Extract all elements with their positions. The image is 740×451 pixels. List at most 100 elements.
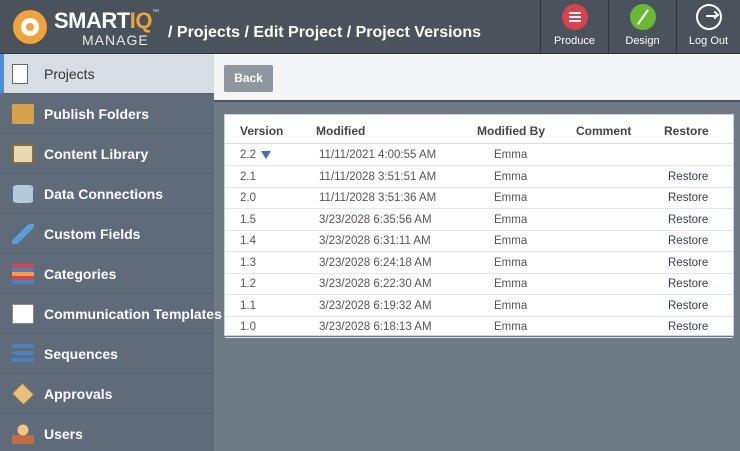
produce-label: Produce — [554, 35, 595, 47]
sequences-icon — [12, 344, 34, 364]
cell-modified: 3/23/2028 6:19:32 AM — [319, 299, 432, 312]
cell-version: 1.0 — [240, 321, 256, 333]
produce-icon — [561, 4, 588, 30]
sidebar-item-label: Custom Fields — [44, 226, 141, 242]
cell-by: Emma — [494, 213, 528, 226]
cell-modified: 11/11/2028 3:51:36 AM — [319, 192, 437, 204]
cell-version: 1.1 — [240, 299, 256, 312]
pencil-icon — [12, 224, 34, 244]
produce-button[interactable]: Produce — [540, 0, 608, 54]
restore-link[interactable]: Restore — [668, 278, 708, 290]
sidebar-item-communication-templates[interactable]: Communication Templates — [0, 294, 222, 334]
categories-icon — [12, 264, 34, 284]
cell-by: Emma — [494, 321, 528, 333]
logout-label: Log Out — [688, 35, 729, 47]
logo-subtitle: MANAGE — [82, 32, 149, 48]
sidebar-item-label: Approvals — [44, 386, 113, 402]
restore-link[interactable]: Restore — [668, 235, 708, 247]
sidebar-item-label: Publish Folders — [44, 106, 150, 122]
cell-version: 1.5 — [240, 213, 256, 226]
communication-icon — [12, 304, 34, 324]
column-header-modified-by: Modified By — [477, 124, 545, 138]
cell-modified: 3/23/2028 6:35:56 AM — [319, 213, 432, 226]
restore-link[interactable]: Restore — [668, 214, 708, 226]
table-row[interactable]: 1.1 3/23/2028 6:19:32 AM Emma Restore — [225, 296, 733, 317]
restore-link[interactable]: Restore — [668, 300, 708, 312]
sidebar-item-label: Communication Templates — [44, 306, 222, 322]
restore-link[interactable]: Restore — [668, 257, 708, 269]
sidebar: Projects Publish Folders Content Library… — [0, 54, 222, 451]
page-icon — [12, 64, 28, 84]
cell-version: 1.4 — [240, 235, 256, 247]
cell-version: 2.1 — [240, 170, 256, 183]
logout-button[interactable]: Log Out — [676, 0, 740, 54]
sidebar-item-label: Data Connections — [44, 186, 164, 202]
cell-modified: 3/23/2028 6:18:13 AM — [319, 321, 432, 333]
logo-trademark: ™ — [152, 9, 159, 16]
header-divider — [225, 143, 733, 144]
pencil-icon — [629, 4, 656, 30]
back-button[interactable]: Back — [224, 65, 273, 92]
cell-modified: 3/23/2028 6:22:30 AM — [319, 278, 432, 290]
sidebar-item-label: Projects — [44, 66, 95, 82]
top-header: SMARTIQ ™ MANAGE / Projects / Edit Proje… — [0, 0, 740, 54]
cell-by: Emma — [494, 299, 528, 312]
restore-link[interactable]: Restore — [668, 321, 708, 333]
table-row[interactable]: 2.0 11/11/2028 3:51:36 AM Emma Restore — [225, 188, 733, 209]
cell-modified: 11/11/2021 4:00:55 AM — [319, 149, 437, 161]
sidebar-item-label: Users — [44, 426, 83, 442]
sidebar-item-content-library[interactable]: Content Library — [0, 134, 214, 174]
cell-modified: 3/23/2028 6:31:11 AM — [319, 235, 431, 247]
sidebar-item-label: Categories — [44, 266, 117, 282]
sidebar-item-label: Content Library — [44, 146, 149, 162]
toolbar: Back — [214, 54, 740, 102]
column-header-comment: Comment — [576, 124, 632, 138]
cell-by: Emma — [494, 235, 528, 247]
smartiq-logo: SMARTIQ ™ MANAGE — [10, 5, 170, 49]
restore-link[interactable]: Restore — [668, 192, 708, 204]
column-header-version: Version — [240, 124, 284, 138]
cell-modified: 11/11/2028 3:51:51 AM — [319, 170, 437, 183]
restore-link[interactable]: Restore — [668, 171, 708, 183]
table-row[interactable]: 1.2 3/23/2028 6:22:30 AM Emma Restore — [225, 274, 733, 295]
cell-version: 1.2 — [240, 278, 256, 290]
sidebar-item-publish-folders[interactable]: Publish Folders — [0, 94, 214, 134]
user-icon — [12, 424, 34, 444]
cell-by: Emma — [494, 149, 528, 161]
gear-logo-icon — [13, 10, 47, 44]
logout-icon — [695, 4, 722, 30]
approvals-icon — [11, 382, 35, 406]
cell-by: Emma — [494, 192, 528, 204]
column-header-restore: Restore — [664, 124, 709, 138]
folder-icon — [12, 104, 34, 124]
sidebar-item-approvals[interactable]: Approvals — [0, 374, 214, 414]
sidebar-item-custom-fields[interactable]: Custom Fields — [0, 214, 214, 254]
breadcrumb: / Projects / Edit Project / Project Vers… — [168, 24, 481, 41]
sidebar-item-label: Sequences — [44, 346, 118, 362]
sidebar-item-data-connections[interactable]: Data Connections — [0, 174, 214, 214]
column-header-modified: Modified — [316, 124, 366, 138]
table-row[interactable]: 2.1 11/11/2028 3:51:51 AM Emma Restore — [225, 167, 733, 188]
sidebar-item-sequences[interactable]: Sequences — [0, 334, 214, 374]
table-row[interactable]: 2.2 11/11/2021 4:00:55 AM Emma — [225, 145, 733, 166]
cell-version: 2.0 — [240, 192, 256, 204]
table-row[interactable]: 1.5 3/23/2028 6:35:56 AM Emma Restore — [225, 210, 733, 231]
library-icon — [12, 144, 34, 164]
sidebar-item-projects[interactable]: Projects — [0, 54, 214, 94]
table-row[interactable]: 1.3 3/23/2028 6:24:18 AM Emma Restore — [225, 253, 733, 274]
sidebar-item-categories[interactable]: Categories — [0, 254, 214, 294]
cell-by: Emma — [494, 170, 528, 183]
database-icon — [12, 184, 34, 204]
design-label: Design — [625, 35, 660, 47]
cell-version: 1.3 — [240, 256, 256, 269]
cell-modified: 3/23/2028 6:24:18 AM — [319, 256, 432, 269]
versions-table: Version Modified Modified By Comment Res… — [224, 114, 734, 338]
current-version-flag-icon — [261, 151, 271, 159]
sidebar-item-users[interactable]: Users — [0, 414, 214, 451]
cell-by: Emma — [494, 278, 528, 290]
table-row[interactable]: 1.0 3/23/2028 6:18:13 AM Emma Restore — [225, 317, 733, 338]
table-row[interactable]: 1.4 3/23/2028 6:31:11 AM Emma Restore — [225, 231, 733, 252]
cell-version: 2.2 — [240, 149, 256, 161]
cell-by: Emma — [494, 256, 528, 269]
design-button[interactable]: Design — [608, 0, 676, 54]
